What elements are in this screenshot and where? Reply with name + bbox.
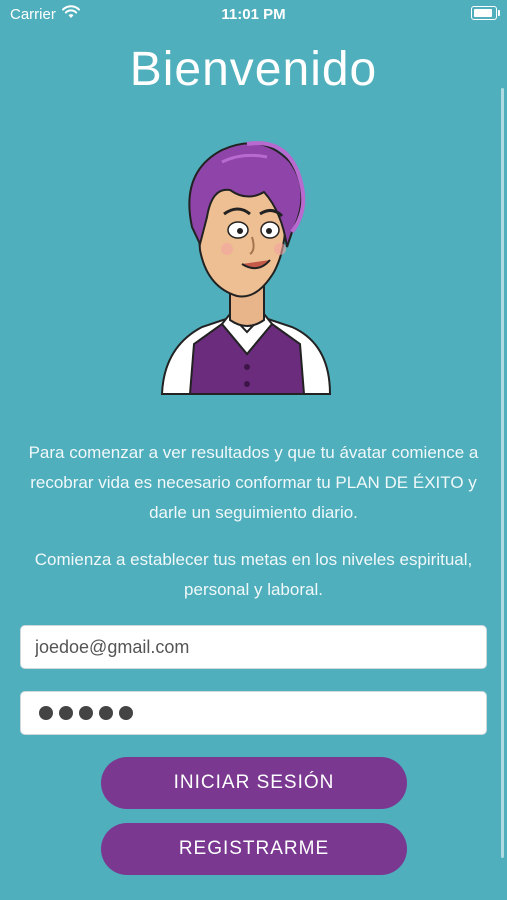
login-button[interactable]: INICIAR SESIÓN <box>101 757 407 809</box>
page-title: Bienvenido <box>129 43 378 96</box>
password-dot <box>119 706 133 720</box>
password-dot <box>59 706 73 720</box>
status-bar: Carrier 11:01 PM <box>0 0 507 28</box>
email-field[interactable] <box>20 625 487 669</box>
clock: 11:01 PM <box>221 6 286 23</box>
password-mask <box>21 692 486 734</box>
password-dot <box>79 706 93 720</box>
password-field[interactable] <box>20 691 487 735</box>
email-input[interactable] <box>21 626 486 668</box>
goals-text: Comienza a establecer tus metas en los n… <box>34 550 473 599</box>
scrollbar[interactable] <box>501 88 504 858</box>
intro-text: Para comenzar a ver resultados y que tu … <box>28 443 479 522</box>
password-dot <box>39 706 53 720</box>
avatar-illustration <box>160 141 332 395</box>
password-dot <box>99 706 113 720</box>
battery-icon <box>471 6 500 20</box>
register-button[interactable]: REGISTRARME <box>101 823 407 875</box>
